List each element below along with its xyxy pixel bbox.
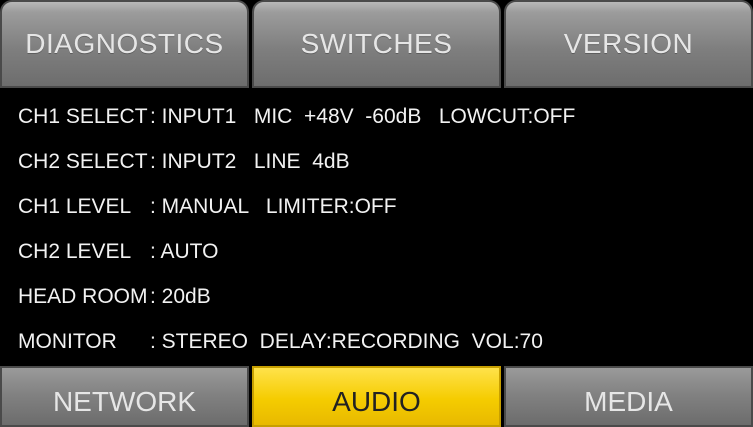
row-ch1-level: CH1 LEVEL : MANUAL LIMITER:OFF (18, 184, 738, 229)
tab-network[interactable]: NETWORK (0, 366, 249, 427)
row-head-room: HEAD ROOM : 20dB (18, 274, 738, 319)
audio-status-screen: DIAGNOSTICS SWITCHES VERSION CH1 SELECT … (0, 0, 753, 427)
tab-version[interactable]: VERSION (504, 0, 753, 88)
ch2-select-label: CH2 SELECT (18, 149, 148, 173)
row-ch1-select: CH1 SELECT : INPUT1 MIC +48V -60dB LOWCU… (18, 94, 738, 139)
bottom-tab-bar: NETWORK AUDIO MEDIA (0, 366, 753, 427)
tab-media-label: MEDIA (584, 385, 673, 417)
monitor-value: : STEREO DELAY:RECORDING VOL:70 (150, 329, 543, 353)
tab-diagnostics[interactable]: DIAGNOSTICS (0, 0, 249, 88)
ch1-select-label: CH1 SELECT (18, 104, 148, 128)
tab-media[interactable]: MEDIA (504, 366, 753, 427)
tab-audio[interactable]: AUDIO (252, 366, 501, 427)
ch2-level-label: CH2 LEVEL (18, 239, 132, 263)
top-tab-bar: DIAGNOSTICS SWITCHES VERSION (0, 0, 753, 88)
tab-switches[interactable]: SWITCHES (252, 0, 501, 88)
row-ch2-select: CH2 SELECT : INPUT2 LINE 4dB (18, 139, 738, 184)
ch1-select-value: : INPUT1 MIC +48V -60dB LOWCUT:OFF (150, 104, 576, 128)
ch2-level-value: : AUTO (150, 239, 219, 263)
ch1-level-label: CH1 LEVEL (18, 194, 132, 218)
row-ch2-level: CH2 LEVEL : AUTO (18, 229, 738, 274)
tab-audio-label: AUDIO (332, 385, 421, 417)
tab-diagnostics-label: DIAGNOSTICS (25, 28, 224, 59)
audio-settings-list: CH1 SELECT : INPUT1 MIC +48V -60dB LOWCU… (18, 88, 738, 366)
tab-switches-label: SWITCHES (300, 28, 453, 59)
ch2-select-value: : INPUT2 LINE 4dB (150, 149, 350, 173)
head-room-label: HEAD ROOM (18, 284, 148, 308)
ch1-level-value: : MANUAL LIMITER:OFF (150, 194, 397, 218)
row-monitor: MONITOR : STEREO DELAY:RECORDING VOL:70 (18, 319, 738, 364)
tab-version-label: VERSION (563, 28, 694, 59)
head-room-value: : 20dB (150, 284, 211, 308)
tab-network-label: NETWORK (52, 385, 197, 417)
monitor-label: MONITOR (18, 329, 117, 353)
